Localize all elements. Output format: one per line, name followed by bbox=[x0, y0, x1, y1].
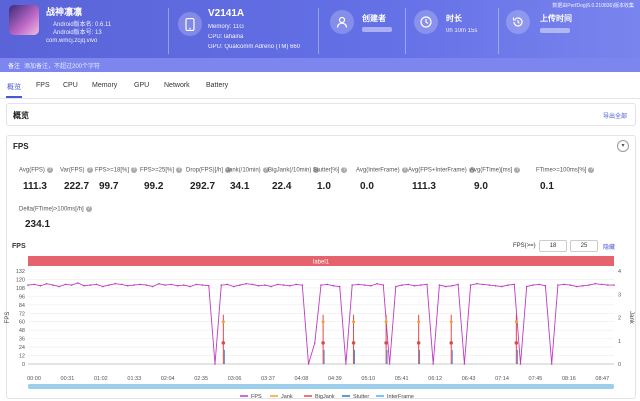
help-icon[interactable]: ? bbox=[86, 167, 93, 173]
fps-max-input[interactable]: 25 bbox=[570, 240, 598, 252]
help-icon[interactable]: ? bbox=[514, 167, 521, 173]
metric-value: 0.1 bbox=[540, 181, 554, 192]
metric-value: 111.3 bbox=[412, 181, 436, 192]
tab-gpu[interactable]: GPU bbox=[134, 82, 149, 89]
help-icon[interactable]: ? bbox=[176, 167, 183, 173]
metric-value: 9.0 bbox=[474, 181, 488, 192]
device-cpu: CPU: lahaina bbox=[208, 34, 244, 40]
fps-min-input[interactable]: 18 bbox=[539, 240, 567, 252]
help-icon[interactable]: ? bbox=[131, 167, 138, 173]
overview-section: 概览 导出全部 bbox=[6, 103, 636, 126]
duration-label: 时长 bbox=[446, 14, 462, 23]
package-name: com.wmcj.zcjq.vivo bbox=[46, 38, 98, 44]
tab-fps[interactable]: FPS bbox=[36, 82, 50, 89]
tab-battery[interactable]: Battery bbox=[206, 82, 228, 89]
metric-value: 22.4 bbox=[272, 181, 292, 192]
metric-value: 99.7 bbox=[99, 181, 119, 192]
device-name: V2141A bbox=[208, 8, 245, 19]
creator-value bbox=[362, 27, 392, 33]
metric-value: 292.7 bbox=[190, 181, 216, 192]
divider bbox=[168, 8, 169, 54]
metric-value: 99.2 bbox=[144, 181, 164, 192]
history-icon bbox=[506, 10, 530, 34]
help-icon[interactable]: ? bbox=[401, 167, 408, 173]
metric-value: 234.1 bbox=[25, 219, 51, 230]
metric-label: FPS>=18[%]? bbox=[95, 167, 138, 174]
upload-time-label: 上传时间 bbox=[540, 14, 572, 23]
metric-value: 1.0 bbox=[317, 181, 331, 192]
export-all-link[interactable]: 导出全部 bbox=[603, 111, 627, 120]
fps-chart-title: FPS bbox=[12, 243, 26, 250]
tab-cpu[interactable]: CPU bbox=[63, 82, 78, 89]
note-bar[interactable]: 备注 添加备注，不超过200个字符 bbox=[0, 58, 640, 72]
report-header: 战神凛凛 Android版本名: 0.6.11 Android版本号: 13 c… bbox=[0, 0, 640, 58]
perfdog-version-note: 数据由PerfDog(6.0.210836)版本收集 bbox=[552, 3, 634, 9]
overview-title: 概览 bbox=[13, 111, 29, 120]
tab-overview[interactable]: 概览 bbox=[7, 82, 21, 92]
metric-label: Stutter[%]? bbox=[313, 167, 348, 174]
creator-label: 创建者 bbox=[362, 14, 386, 23]
metric-value: 111.3 bbox=[23, 181, 47, 192]
metric-label: Avg(FPS)? bbox=[19, 167, 53, 174]
android-version-code: Android版本号: 13 bbox=[53, 30, 102, 36]
metric-label: Avg(InterFrame)? bbox=[356, 167, 408, 174]
note-label: 备注 bbox=[8, 64, 21, 70]
help-icon[interactable]: ? bbox=[85, 206, 92, 212]
hide-button[interactable]: 隐藏 bbox=[603, 242, 615, 251]
upload-time-value bbox=[540, 28, 570, 34]
metric-label: Drop(FPS)[/h]? bbox=[186, 167, 232, 174]
metric-label: Delta(FTime)>100ms[/h]? bbox=[19, 206, 92, 213]
help-icon[interactable]: ? bbox=[341, 167, 348, 173]
tab-memory[interactable]: Memory bbox=[92, 82, 117, 89]
metric-label: Jank(/10min)? bbox=[226, 167, 269, 174]
divider bbox=[318, 8, 319, 54]
metric-value: 0.0 bbox=[360, 181, 374, 192]
divider bbox=[498, 8, 499, 54]
help-icon[interactable]: ? bbox=[46, 167, 53, 173]
divider bbox=[405, 8, 406, 54]
app-name: 战神凛凛 bbox=[46, 7, 83, 17]
device-memory: Memory: 11G bbox=[208, 24, 244, 30]
user-icon bbox=[330, 10, 354, 34]
device-gpu: GPU: Qualcomm Adreno (TM) 660 bbox=[208, 44, 301, 50]
app-icon bbox=[9, 5, 39, 35]
metric-label: Avg(FTime)[ms]? bbox=[470, 167, 521, 174]
note-input[interactable]: 添加备注，不超过200个字符 bbox=[24, 61, 100, 70]
tab-network[interactable]: Network bbox=[164, 82, 190, 89]
fps-section: FPS ▾ bbox=[6, 135, 636, 399]
metric-label: Var(FPS)? bbox=[60, 167, 93, 174]
collapse-icon[interactable]: ▾ bbox=[617, 140, 629, 152]
metric-value: 34.1 bbox=[230, 181, 250, 192]
phone-icon bbox=[178, 12, 202, 36]
help-icon[interactable]: ? bbox=[588, 167, 595, 173]
metric-value: 222.7 bbox=[64, 181, 90, 192]
metric-label: BigJank(/10min)? bbox=[268, 167, 320, 174]
metric-label: FPS>=25[%]? bbox=[140, 167, 183, 174]
metric-label: FTime>=100ms[%]? bbox=[536, 167, 595, 174]
active-tab-indicator bbox=[6, 96, 22, 98]
tab-bar: 概览 FPS CPU Memory GPU Network Battery bbox=[0, 72, 640, 99]
clock-icon bbox=[414, 10, 438, 34]
duration-value: 0h 10m 15s bbox=[446, 28, 478, 34]
metric-label: Avg(FPS+InterFrame)? bbox=[408, 167, 475, 174]
fps-range-label: FPS(>=) bbox=[513, 243, 536, 249]
fps-section-title: FPS bbox=[13, 142, 29, 151]
